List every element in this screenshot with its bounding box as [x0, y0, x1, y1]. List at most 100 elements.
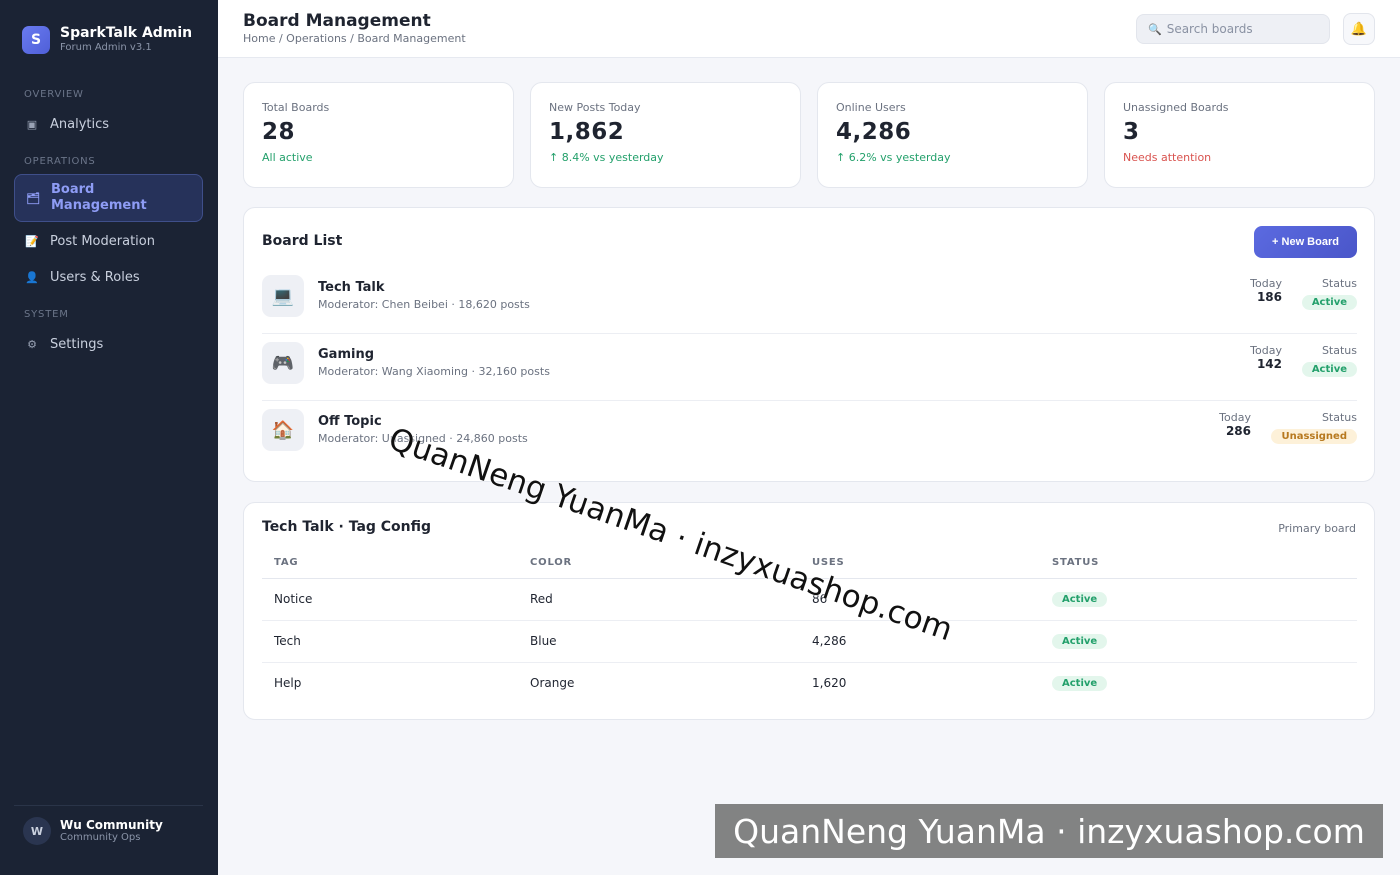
- section-label-overview: OVERVIEW: [24, 89, 84, 100]
- status-badge: Active: [1301, 295, 1357, 310]
- today-label: Today: [1219, 411, 1251, 424]
- section-label-system: SYSTEM: [24, 309, 69, 320]
- sidebar-item-label: Analytics: [50, 116, 110, 132]
- status-badge: Active: [1301, 362, 1357, 377]
- color-cell: Red: [518, 578, 800, 621]
- brand-name: SparkTalk Admin: [60, 25, 193, 41]
- sidebar-item-board-management[interactable]: 🗂 Board Management: [14, 174, 203, 222]
- stat-value: 1,862: [549, 119, 625, 145]
- gear-icon: ⚙: [27, 337, 37, 351]
- column-header-status[interactable]: STATUS: [1040, 548, 1357, 579]
- stat-label: Unassigned Boards: [1123, 101, 1229, 114]
- uses-cell: 1,620: [812, 676, 847, 691]
- status-block: Status Unassigned: [1271, 411, 1357, 444]
- top-header: Board Management Home / Operations / Boa…: [218, 0, 1400, 58]
- stat-note: Needs attention: [1123, 151, 1212, 164]
- status-cell: Active: [1040, 578, 1357, 621]
- search-icon: 🔍: [1148, 22, 1162, 36]
- color-cell: Blue: [518, 620, 800, 663]
- board-row-gaming[interactable]: 🎮 Gaming Moderator: Wang Xiaoming · 32,1…: [262, 334, 1357, 401]
- board-row-tech-talk[interactable]: 💻 Tech Talk Moderator: Chen Beibei · 18,…: [262, 267, 1357, 334]
- status-block: Status Active: [1301, 344, 1357, 377]
- tag-config-subtitle: Primary board: [1278, 522, 1356, 535]
- avatar: W: [23, 817, 51, 845]
- sidebar-item-post-moderation[interactable]: 📝 Post Moderation: [14, 225, 203, 257]
- today-label: Today: [1250, 344, 1282, 357]
- today-count: 186: [1256, 290, 1282, 304]
- stat-label: Online Users: [836, 101, 906, 114]
- status-label: Status: [1321, 277, 1357, 290]
- stat-card-new-posts: New Posts Today 1,862 ↑ 8.4% vs yesterda…: [530, 82, 801, 188]
- status-cell: Active: [1040, 620, 1357, 663]
- table-row[interactable]: Help Orange 1,620 Active: [262, 662, 1357, 704]
- sidebar-item-label: Users & Roles: [50, 269, 140, 285]
- status-badge: Active: [1052, 634, 1108, 649]
- stat-note: ↑ 8.4% vs yesterday: [549, 151, 664, 164]
- user-name: Wu Community: [60, 817, 163, 832]
- laptop-icon: 💻: [262, 275, 304, 317]
- section-label-operations: OPERATIONS: [24, 156, 96, 167]
- status-label: Status: [1321, 411, 1357, 424]
- status-label: Status: [1321, 344, 1357, 357]
- stat-value: 4,286: [836, 119, 912, 145]
- brand-version: Forum Admin v3.1: [60, 42, 152, 53]
- watermark-banner-text: QuanNeng YuanMa · inzyxuashop.com: [733, 811, 1365, 851]
- status-badge: Active: [1052, 676, 1108, 692]
- board-name[interactable]: Gaming: [318, 347, 374, 362]
- status-cell: Active: [1040, 662, 1357, 704]
- status-badge: Active: [1052, 592, 1108, 607]
- sidebar: S SparkTalk Admin Forum Admin v3.1 OVERV…: [0, 0, 218, 875]
- stat-note: ↑ 6.2% vs yesterday: [836, 151, 951, 164]
- board-meta: Moderator: Chen Beibei · 18,620 posts: [318, 298, 530, 311]
- today-label: Today: [1250, 277, 1282, 290]
- stat-note: All active: [262, 151, 313, 164]
- tag-config-title: Tech Talk · Tag Config: [262, 519, 432, 535]
- today-block: Today 286: [1219, 411, 1251, 438]
- status-block: Status Active: [1301, 277, 1357, 310]
- stat-card-unassigned-boards: Unassigned Boards 3 Needs attention: [1104, 82, 1375, 188]
- user-role: Community Ops: [60, 831, 141, 843]
- search-box[interactable]: 🔍: [1136, 14, 1330, 44]
- sidebar-item-users-roles[interactable]: 👤 Users & Roles: [14, 261, 203, 293]
- board-name[interactable]: Tech Talk: [318, 280, 385, 295]
- tag-cell: Help: [274, 676, 302, 691]
- stat-card-online-users: Online Users 4,286 ↑ 6.2% vs yesterday: [817, 82, 1088, 188]
- user-icon: 👤: [25, 270, 39, 284]
- today-count: 142: [1256, 357, 1282, 371]
- board-name[interactable]: Off Topic: [318, 414, 382, 429]
- stat-label: New Posts Today: [549, 101, 641, 114]
- stat-value: 3: [1123, 119, 1140, 145]
- sidebar-item-analytics[interactable]: ▣ Analytics: [14, 108, 203, 140]
- notifications-button[interactable]: 🔔: [1343, 13, 1375, 45]
- stat-value: 28: [262, 119, 296, 145]
- memo-icon: 📝: [25, 234, 39, 248]
- new-board-button[interactable]: + New Board: [1254, 226, 1357, 258]
- stat-card-total-boards: Total Boards 28 All active: [243, 82, 514, 188]
- today-block: Today 186: [1250, 277, 1282, 304]
- user-profile[interactable]: W Wu Community Community Ops: [14, 805, 203, 845]
- today-count: 286: [1225, 424, 1251, 438]
- sidebar-item-label: Settings: [50, 336, 104, 352]
- today-block: Today 142: [1250, 344, 1282, 371]
- color-cell: Orange: [530, 676, 575, 691]
- page-title: Board Management: [243, 11, 431, 31]
- breadcrumb[interactable]: Home / Operations / Board Management: [243, 32, 466, 45]
- watermark-banner: QuanNeng YuanMa · inzyxuashop.com: [715, 804, 1383, 858]
- house-icon: 🏠: [262, 409, 304, 451]
- sidebar-item-label: Board Management: [51, 182, 147, 213]
- tag-cell: Notice: [262, 578, 518, 621]
- folder-icon: 🗂: [26, 191, 40, 205]
- board-meta: Moderator: Wang Xiaoming · 32,160 posts: [318, 365, 550, 378]
- brand[interactable]: S SparkTalk Admin Forum Admin v3.1: [22, 25, 192, 55]
- column-header-tag[interactable]: TAG: [262, 548, 518, 579]
- sidebar-item-label: Post Moderation: [50, 233, 155, 249]
- chart-icon: ▣: [26, 117, 38, 131]
- table-row[interactable]: Tech Blue 4,286 Active: [262, 620, 1357, 663]
- search-input[interactable]: [1166, 22, 1317, 36]
- status-badge: Unassigned: [1271, 429, 1357, 444]
- stat-label: Total Boards: [262, 101, 330, 114]
- gamepad-icon: 🎮: [262, 342, 304, 384]
- sidebar-item-settings[interactable]: ⚙ Settings: [14, 328, 203, 360]
- brand-logo: S: [22, 26, 50, 54]
- tag-cell: Tech: [262, 620, 518, 663]
